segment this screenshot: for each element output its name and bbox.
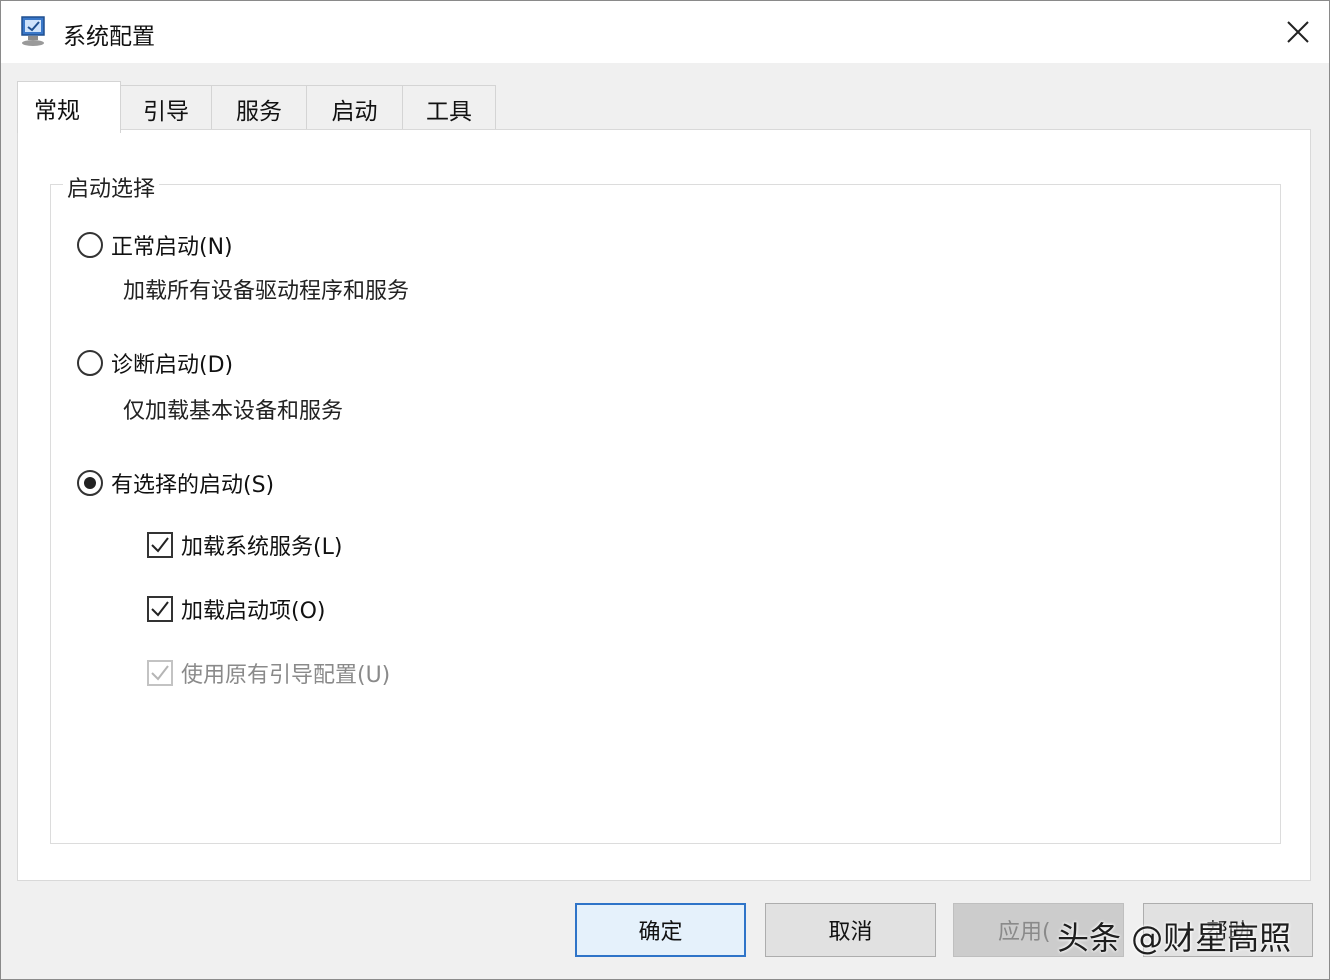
radio-label: 有选择的启动(S) [111,473,275,498]
radio-label: 诊断启动(D) [111,353,234,378]
checkbox-use-original-boot-config: 使用原有引导配置(U) [147,657,390,689]
tab-label: 服务 [236,98,282,125]
startup-selection-group: 启动选择 正常启动(N) 加载所有设备驱动程序和服务 诊断启动(D) 仅加载基本… [50,171,1281,844]
radio-button[interactable] [77,350,103,376]
ok-button[interactable]: 确定 [575,903,746,957]
checkbox-label: 加载系统服务(L) [181,535,343,560]
tab-general[interactable]: 常规 [17,81,121,133]
watermark-text: 头条 @财星高照 [1057,919,1292,957]
tab-tools[interactable]: 工具 [402,85,496,131]
tab-services[interactable]: 服务 [211,85,307,131]
tab-label: 常规 [34,97,80,124]
system-configuration-window: 系统配置 常规 引导 服务 启动 工具 启动选择 正常启动(N) 加载所有设备驱… [0,0,1330,980]
checkbox-label: 使用原有引导配置(U) [181,663,391,688]
checkbox-load-startup-items[interactable]: 加载启动项(O) [147,593,325,625]
general-tab-panel: 启动选择 正常启动(N) 加载所有设备驱动程序和服务 诊断启动(D) 仅加载基本… [17,129,1311,881]
tab-startup[interactable]: 启动 [306,85,403,131]
checkmark-icon [151,537,169,553]
checkmark-icon [151,601,169,617]
radio-normal-startup[interactable]: 正常启动(N) [77,229,233,261]
checkmark-icon [151,665,169,681]
diagnostic-startup-description: 仅加载基本设备和服务 [123,399,344,424]
radio-label: 正常启动(N) [111,235,233,260]
radio-diagnostic-startup[interactable]: 诊断启动(D) [77,347,233,379]
tab-boot[interactable]: 引导 [120,85,212,131]
tab-label: 工具 [426,98,472,125]
radio-selective-startup[interactable]: 有选择的启动(S) [77,467,274,499]
checkbox-disabled [147,660,173,686]
radio-button-selected[interactable] [77,470,103,496]
checkbox[interactable] [147,596,173,622]
radio-button[interactable] [77,232,103,258]
title-bar: 系统配置 [1,1,1329,63]
group-legend: 启动选择 [63,171,160,203]
tab-label: 引导 [143,98,189,125]
checkbox[interactable] [147,532,173,558]
close-icon [1287,21,1309,43]
normal-startup-description: 加载所有设备驱动程序和服务 [123,279,410,304]
msconfig-icon [21,16,45,46]
window-title: 系统配置 [63,24,155,50]
checkbox-label: 加载启动项(O) [181,599,326,624]
tab-label: 启动 [331,98,378,125]
close-button[interactable] [1271,9,1325,55]
cancel-button[interactable]: 取消 [765,903,936,957]
checkbox-load-system-services[interactable]: 加载系统服务(L) [147,529,342,561]
